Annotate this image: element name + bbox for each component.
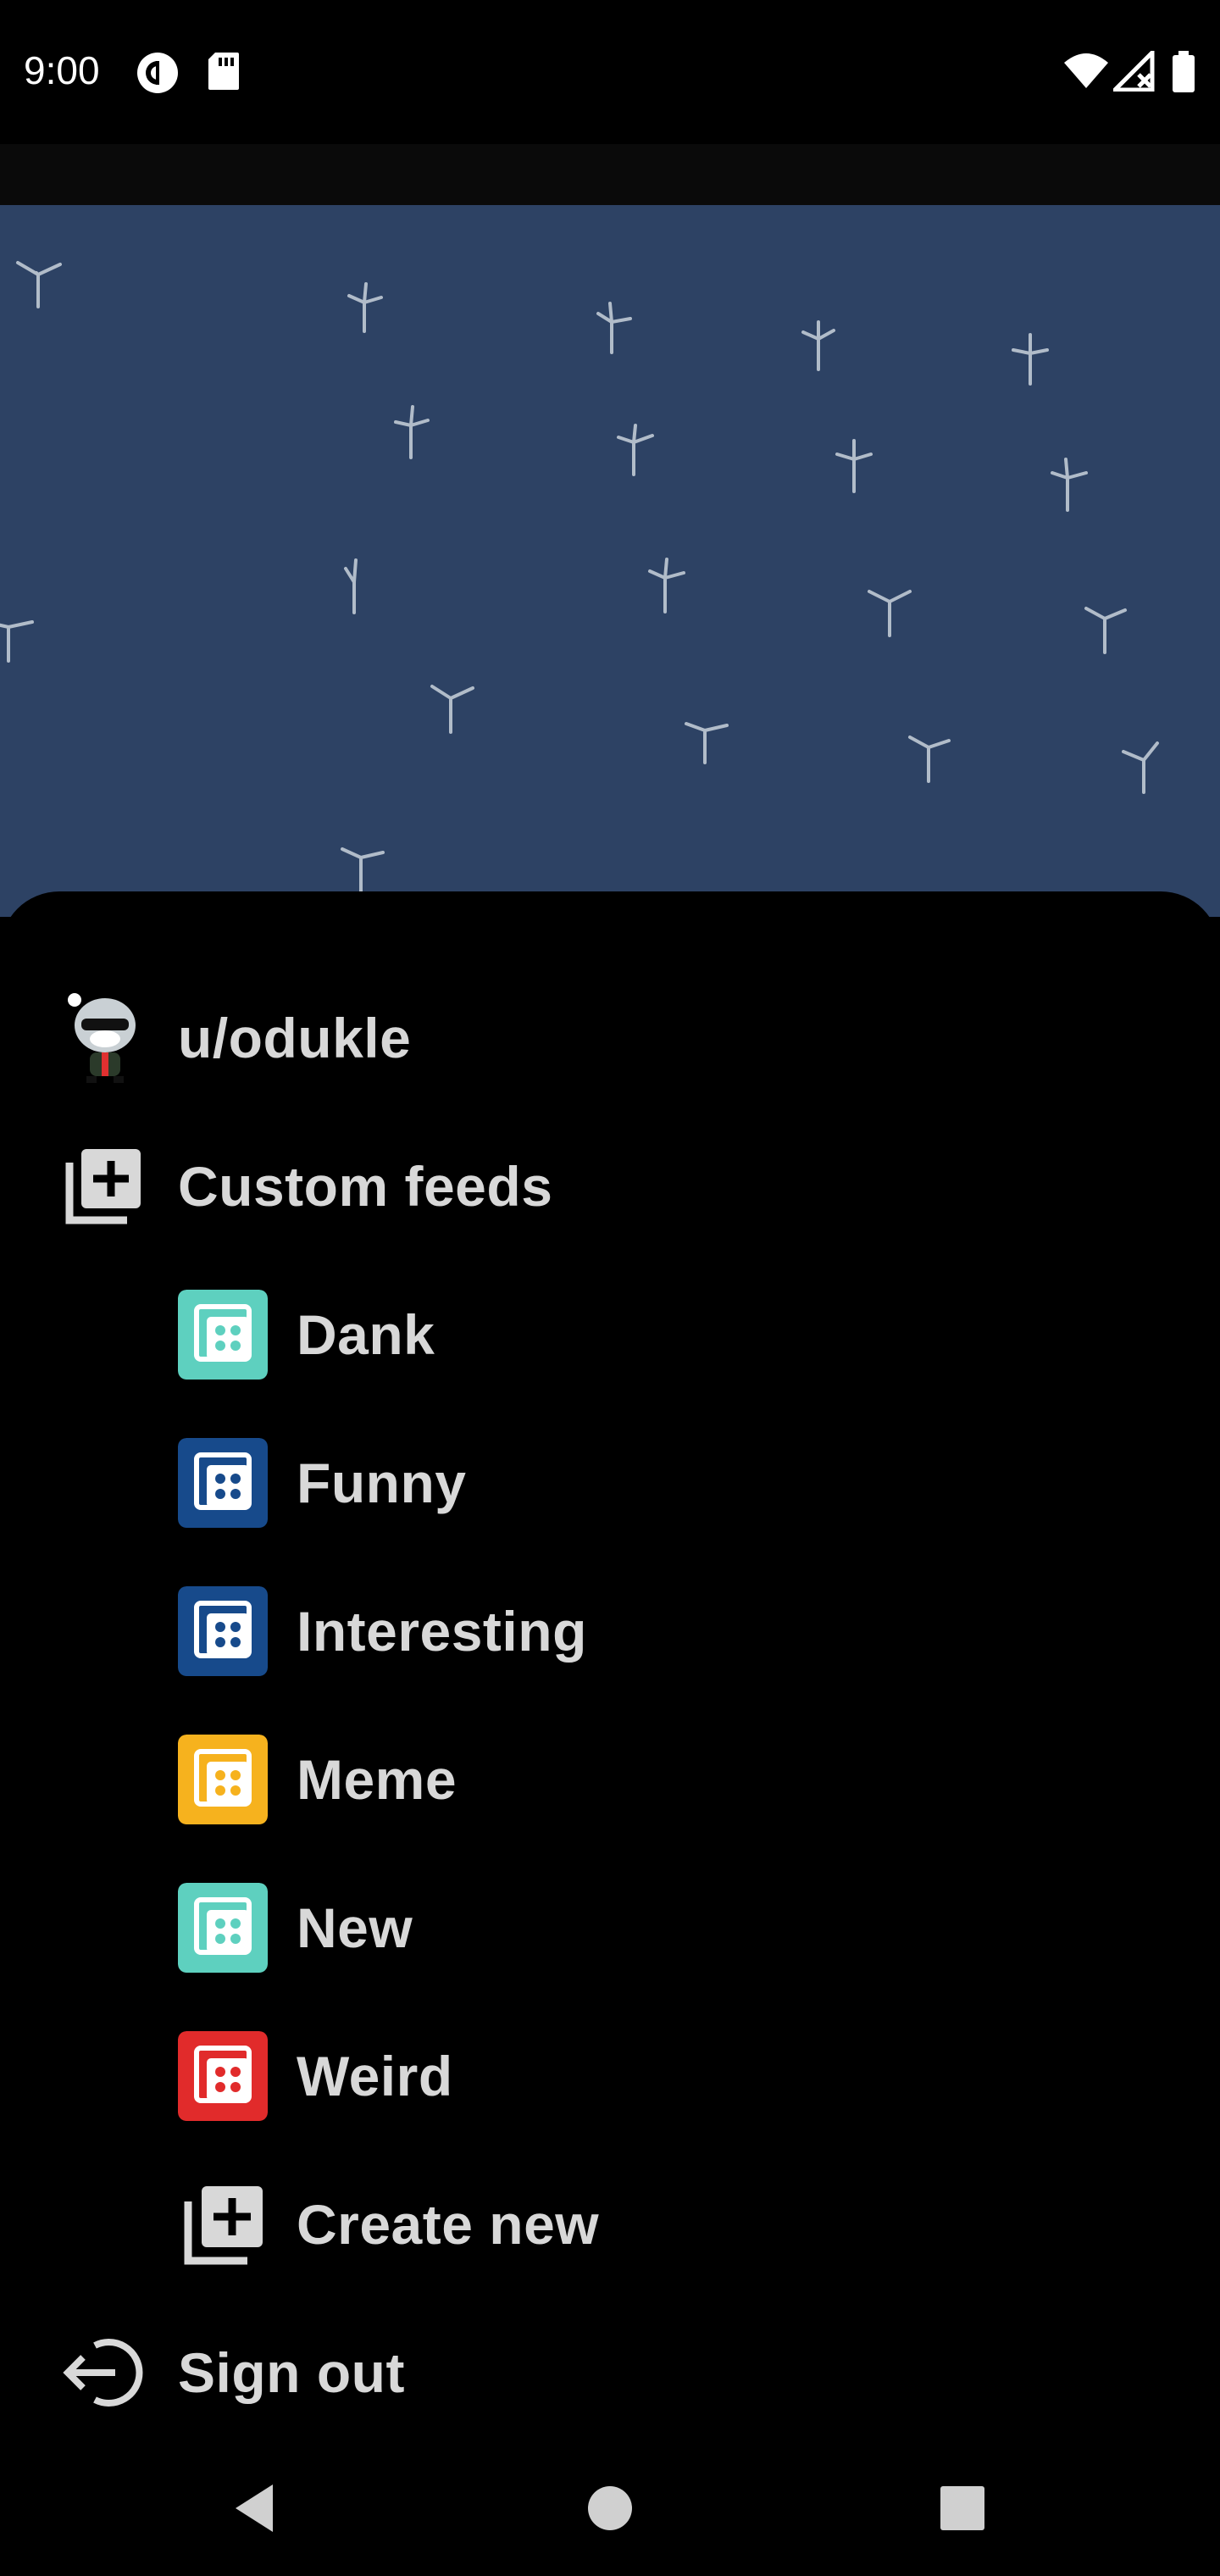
feed-label: New bbox=[297, 1896, 413, 1959]
background-image bbox=[0, 205, 1220, 917]
cellular-no-signal-icon bbox=[1113, 51, 1155, 92]
logout-icon bbox=[63, 2339, 143, 2407]
username: u/odukle bbox=[178, 1007, 412, 1069]
account-row[interactable]: u/odukle bbox=[0, 974, 1220, 1102]
custom-feeds-header[interactable]: Custom feeds bbox=[0, 1123, 1220, 1250]
system-navigation-bar bbox=[0, 2440, 1220, 2576]
feed-label: Dank bbox=[297, 1303, 435, 1366]
status-time: 9:00 bbox=[24, 48, 100, 92]
feed-item-meme[interactable]: Meme bbox=[0, 1716, 1220, 1843]
sign-out-label: Sign out bbox=[178, 2341, 405, 2404]
battery-icon bbox=[1173, 51, 1195, 92]
create-new-feed-button[interactable]: Create new bbox=[0, 2161, 1220, 2288]
feed-icon bbox=[178, 1438, 268, 1528]
sd-card-icon bbox=[208, 53, 239, 90]
account-bottom-sheet: u/odukle Custom feeds Dank Funny Interes… bbox=[0, 891, 1220, 2576]
feed-item-dank[interactable]: Dank bbox=[0, 1271, 1220, 1398]
feed-item-funny[interactable]: Funny bbox=[0, 1419, 1220, 1546]
wind-turbines-image bbox=[0, 261, 1159, 893]
sign-out-button[interactable]: Sign out bbox=[0, 2309, 1220, 2436]
create-new-label: Create new bbox=[297, 2193, 600, 2256]
feed-label: Funny bbox=[297, 1452, 467, 1514]
feed-icon bbox=[178, 1586, 268, 1676]
snoo-avatar-icon bbox=[68, 993, 136, 1083]
feed-label: Weird bbox=[297, 2045, 453, 2107]
toolbar-strip bbox=[0, 144, 1220, 205]
feed-icon bbox=[178, 2031, 268, 2121]
feed-icon bbox=[178, 1883, 268, 1973]
add-library-icon bbox=[184, 2186, 263, 2265]
back-icon[interactable] bbox=[222, 2474, 290, 2542]
feed-item-new[interactable]: New bbox=[0, 1864, 1220, 1991]
custom-feeds-label: Custom feeds bbox=[178, 1155, 553, 1218]
home-icon[interactable] bbox=[576, 2474, 644, 2542]
feed-icon bbox=[178, 1290, 268, 1380]
pocket-casts-icon bbox=[137, 53, 178, 93]
feed-icon bbox=[178, 1735, 268, 1824]
feed-label: Meme bbox=[297, 1748, 458, 1811]
feed-item-interesting[interactable]: Interesting bbox=[0, 1568, 1220, 1695]
feed-label: Interesting bbox=[297, 1600, 587, 1663]
wifi-icon bbox=[1064, 53, 1108, 88]
recents-icon[interactable] bbox=[929, 2474, 996, 2542]
add-library-icon bbox=[65, 1149, 141, 1224]
status-bar: 9:00 bbox=[0, 0, 1220, 144]
feed-item-weird[interactable]: Weird bbox=[0, 2012, 1220, 2140]
